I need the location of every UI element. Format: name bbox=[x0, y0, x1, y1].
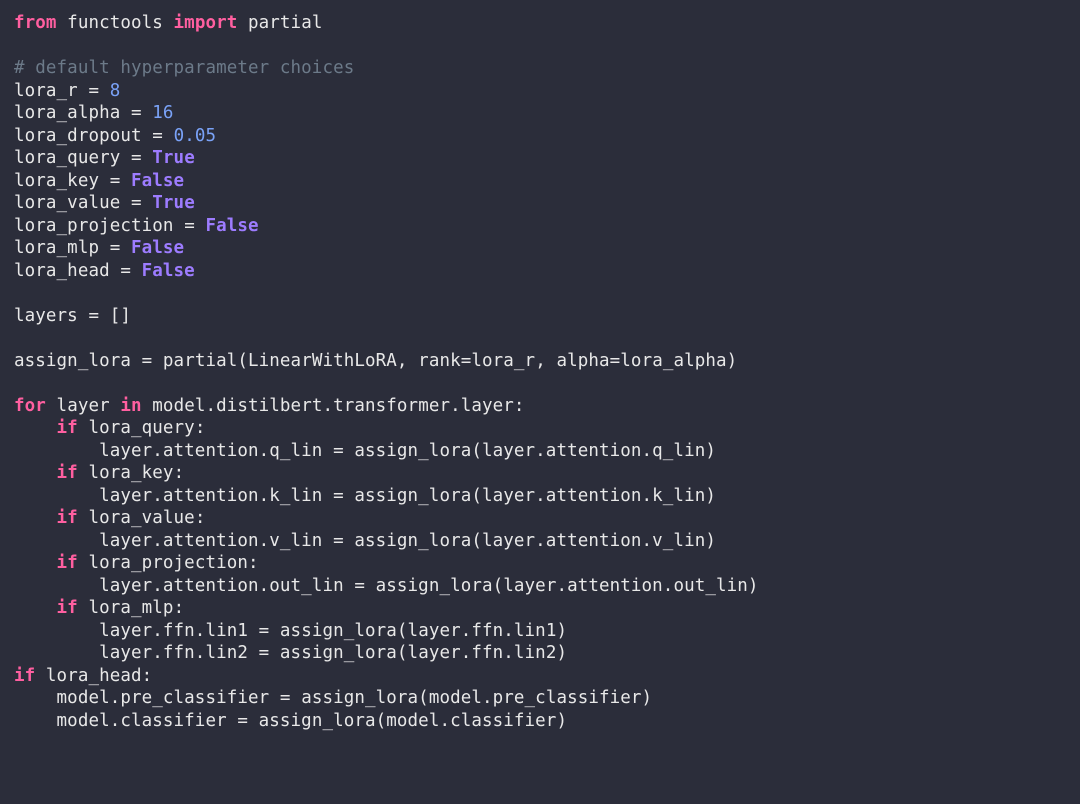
code-token-def: layer.attention.q_lin bbox=[14, 441, 333, 461]
code-token-def: lora_dropout bbox=[14, 126, 152, 146]
code-token-def: lora_head bbox=[35, 666, 141, 686]
code-token-kw: import bbox=[174, 13, 238, 33]
code-token-op: = bbox=[120, 261, 141, 281]
code-token-kw: if bbox=[14, 666, 35, 686]
code-token-def: lora_value bbox=[78, 508, 195, 528]
code-token-def: partial(LinearWithLoRA, rank bbox=[163, 351, 461, 371]
code-token-op: : bbox=[142, 666, 153, 686]
code-token-num: 16 bbox=[152, 103, 173, 123]
code-token-op: = bbox=[259, 643, 280, 663]
code-token-def: model.classifier bbox=[14, 711, 237, 731]
code-token-kw: for bbox=[14, 396, 46, 416]
code-token-bool: False bbox=[131, 171, 184, 191]
code-token-num: 0.05 bbox=[174, 126, 217, 146]
code-token-def: layers bbox=[14, 306, 88, 326]
code-token-def: functools bbox=[57, 13, 174, 33]
code-token-op: = bbox=[110, 171, 131, 191]
code-token-bool: False bbox=[131, 238, 184, 258]
code-token-def: assign_lora bbox=[14, 351, 142, 371]
code-token-bool: False bbox=[205, 216, 258, 236]
code-token-def: assign_lora(model.classifier) bbox=[259, 711, 567, 731]
code-token-def: assign_lora(layer.attention.out_lin) bbox=[376, 576, 759, 596]
code-token-kw: if bbox=[57, 463, 78, 483]
code-token-def: assign_lora(model.pre_classifier) bbox=[301, 688, 652, 708]
code-token-def: layer.ffn.lin1 bbox=[14, 621, 259, 641]
code-token-def: lora_mlp bbox=[78, 598, 174, 618]
code-token-def: lora_projection bbox=[14, 216, 184, 236]
code-token-def: lora_head bbox=[14, 261, 120, 281]
code-token-op: = bbox=[88, 81, 109, 101]
code-token-op: = bbox=[142, 351, 163, 371]
code-token-def: lora_query bbox=[78, 418, 195, 438]
code-token-def: assign_lora(layer.ffn.lin2) bbox=[280, 643, 567, 663]
code-token-op: = bbox=[110, 238, 131, 258]
code-token-op: = bbox=[333, 486, 354, 506]
code-token-def bbox=[14, 553, 57, 573]
code-token-def: lora_key bbox=[14, 171, 110, 191]
code-token-kw: if bbox=[57, 508, 78, 528]
code-token-def: lora_query bbox=[14, 148, 131, 168]
code-token-op: = bbox=[131, 193, 152, 213]
code-token-op: : bbox=[195, 418, 206, 438]
code-token-def: model.distilbert.transformer.layer bbox=[142, 396, 514, 416]
code-token-def: layer.attention.v_lin bbox=[14, 531, 333, 551]
code-token-op: = bbox=[131, 103, 152, 123]
code-token-bool: True bbox=[152, 148, 195, 168]
code-token-def: assign_lora(layer.attention.q_lin) bbox=[354, 441, 716, 461]
code-token-op: : bbox=[514, 396, 525, 416]
code-token-def: lora_value bbox=[14, 193, 131, 213]
code-token-def bbox=[14, 508, 57, 528]
code-token-op: : bbox=[248, 553, 259, 573]
code-token-def: assign_lora(layer.attention.k_lin) bbox=[354, 486, 716, 506]
code-token-op: = bbox=[152, 126, 173, 146]
code-token-def: lora_r bbox=[14, 81, 88, 101]
code-token-def bbox=[14, 463, 57, 483]
code-token-op: = bbox=[259, 621, 280, 641]
code-token-kw: if bbox=[57, 418, 78, 438]
code-token-kw: in bbox=[120, 396, 141, 416]
code-token-def: layer bbox=[46, 396, 120, 416]
code-token-def: assign_lora(layer.attention.v_lin) bbox=[354, 531, 716, 551]
code-token-def: layer.attention.k_lin bbox=[14, 486, 333, 506]
code-token-kw: if bbox=[57, 553, 78, 573]
code-token-def: model.pre_classifier bbox=[14, 688, 280, 708]
code-token-def bbox=[14, 598, 57, 618]
code-token-op: = bbox=[131, 148, 152, 168]
code-token-op: : bbox=[174, 463, 185, 483]
code-token-num: 8 bbox=[110, 81, 121, 101]
code-token-def: layer.attention.out_lin bbox=[14, 576, 354, 596]
code-token-op: : bbox=[195, 508, 206, 528]
code-token-def: lora_key bbox=[78, 463, 174, 483]
code-token-op: = bbox=[333, 441, 354, 461]
code-token-op: : bbox=[174, 598, 185, 618]
code-token-def: assign_lora(layer.ffn.lin1) bbox=[280, 621, 567, 641]
code-token-op: = bbox=[184, 216, 205, 236]
code-token-op: = bbox=[280, 688, 301, 708]
code-token-bool: False bbox=[142, 261, 195, 281]
code-token-op: = bbox=[610, 351, 621, 371]
code-token-cmt: # default hyperparameter choices bbox=[14, 58, 354, 78]
code-token-kw: from bbox=[14, 13, 57, 33]
code-token-def: lora_alpha) bbox=[620, 351, 737, 371]
code-token-def bbox=[14, 418, 57, 438]
code-content: from functools import partial # default … bbox=[14, 13, 759, 731]
code-token-op: = [] bbox=[88, 306, 131, 326]
code-token-op: = bbox=[237, 711, 258, 731]
code-token-def: partial bbox=[237, 13, 322, 33]
code-token-def: lora_mlp bbox=[14, 238, 110, 258]
code-token-op: = bbox=[333, 531, 354, 551]
code-block: from functools import partial # default … bbox=[0, 0, 1080, 744]
code-token-op: = bbox=[461, 351, 472, 371]
code-token-bool: True bbox=[152, 193, 195, 213]
code-token-def: layer.ffn.lin2 bbox=[14, 643, 259, 663]
code-token-def: lora_r, alpha bbox=[471, 351, 609, 371]
code-token-op: = bbox=[354, 576, 375, 596]
code-token-kw: if bbox=[57, 598, 78, 618]
code-token-def: lora_projection bbox=[78, 553, 248, 573]
code-token-def: lora_alpha bbox=[14, 103, 131, 123]
